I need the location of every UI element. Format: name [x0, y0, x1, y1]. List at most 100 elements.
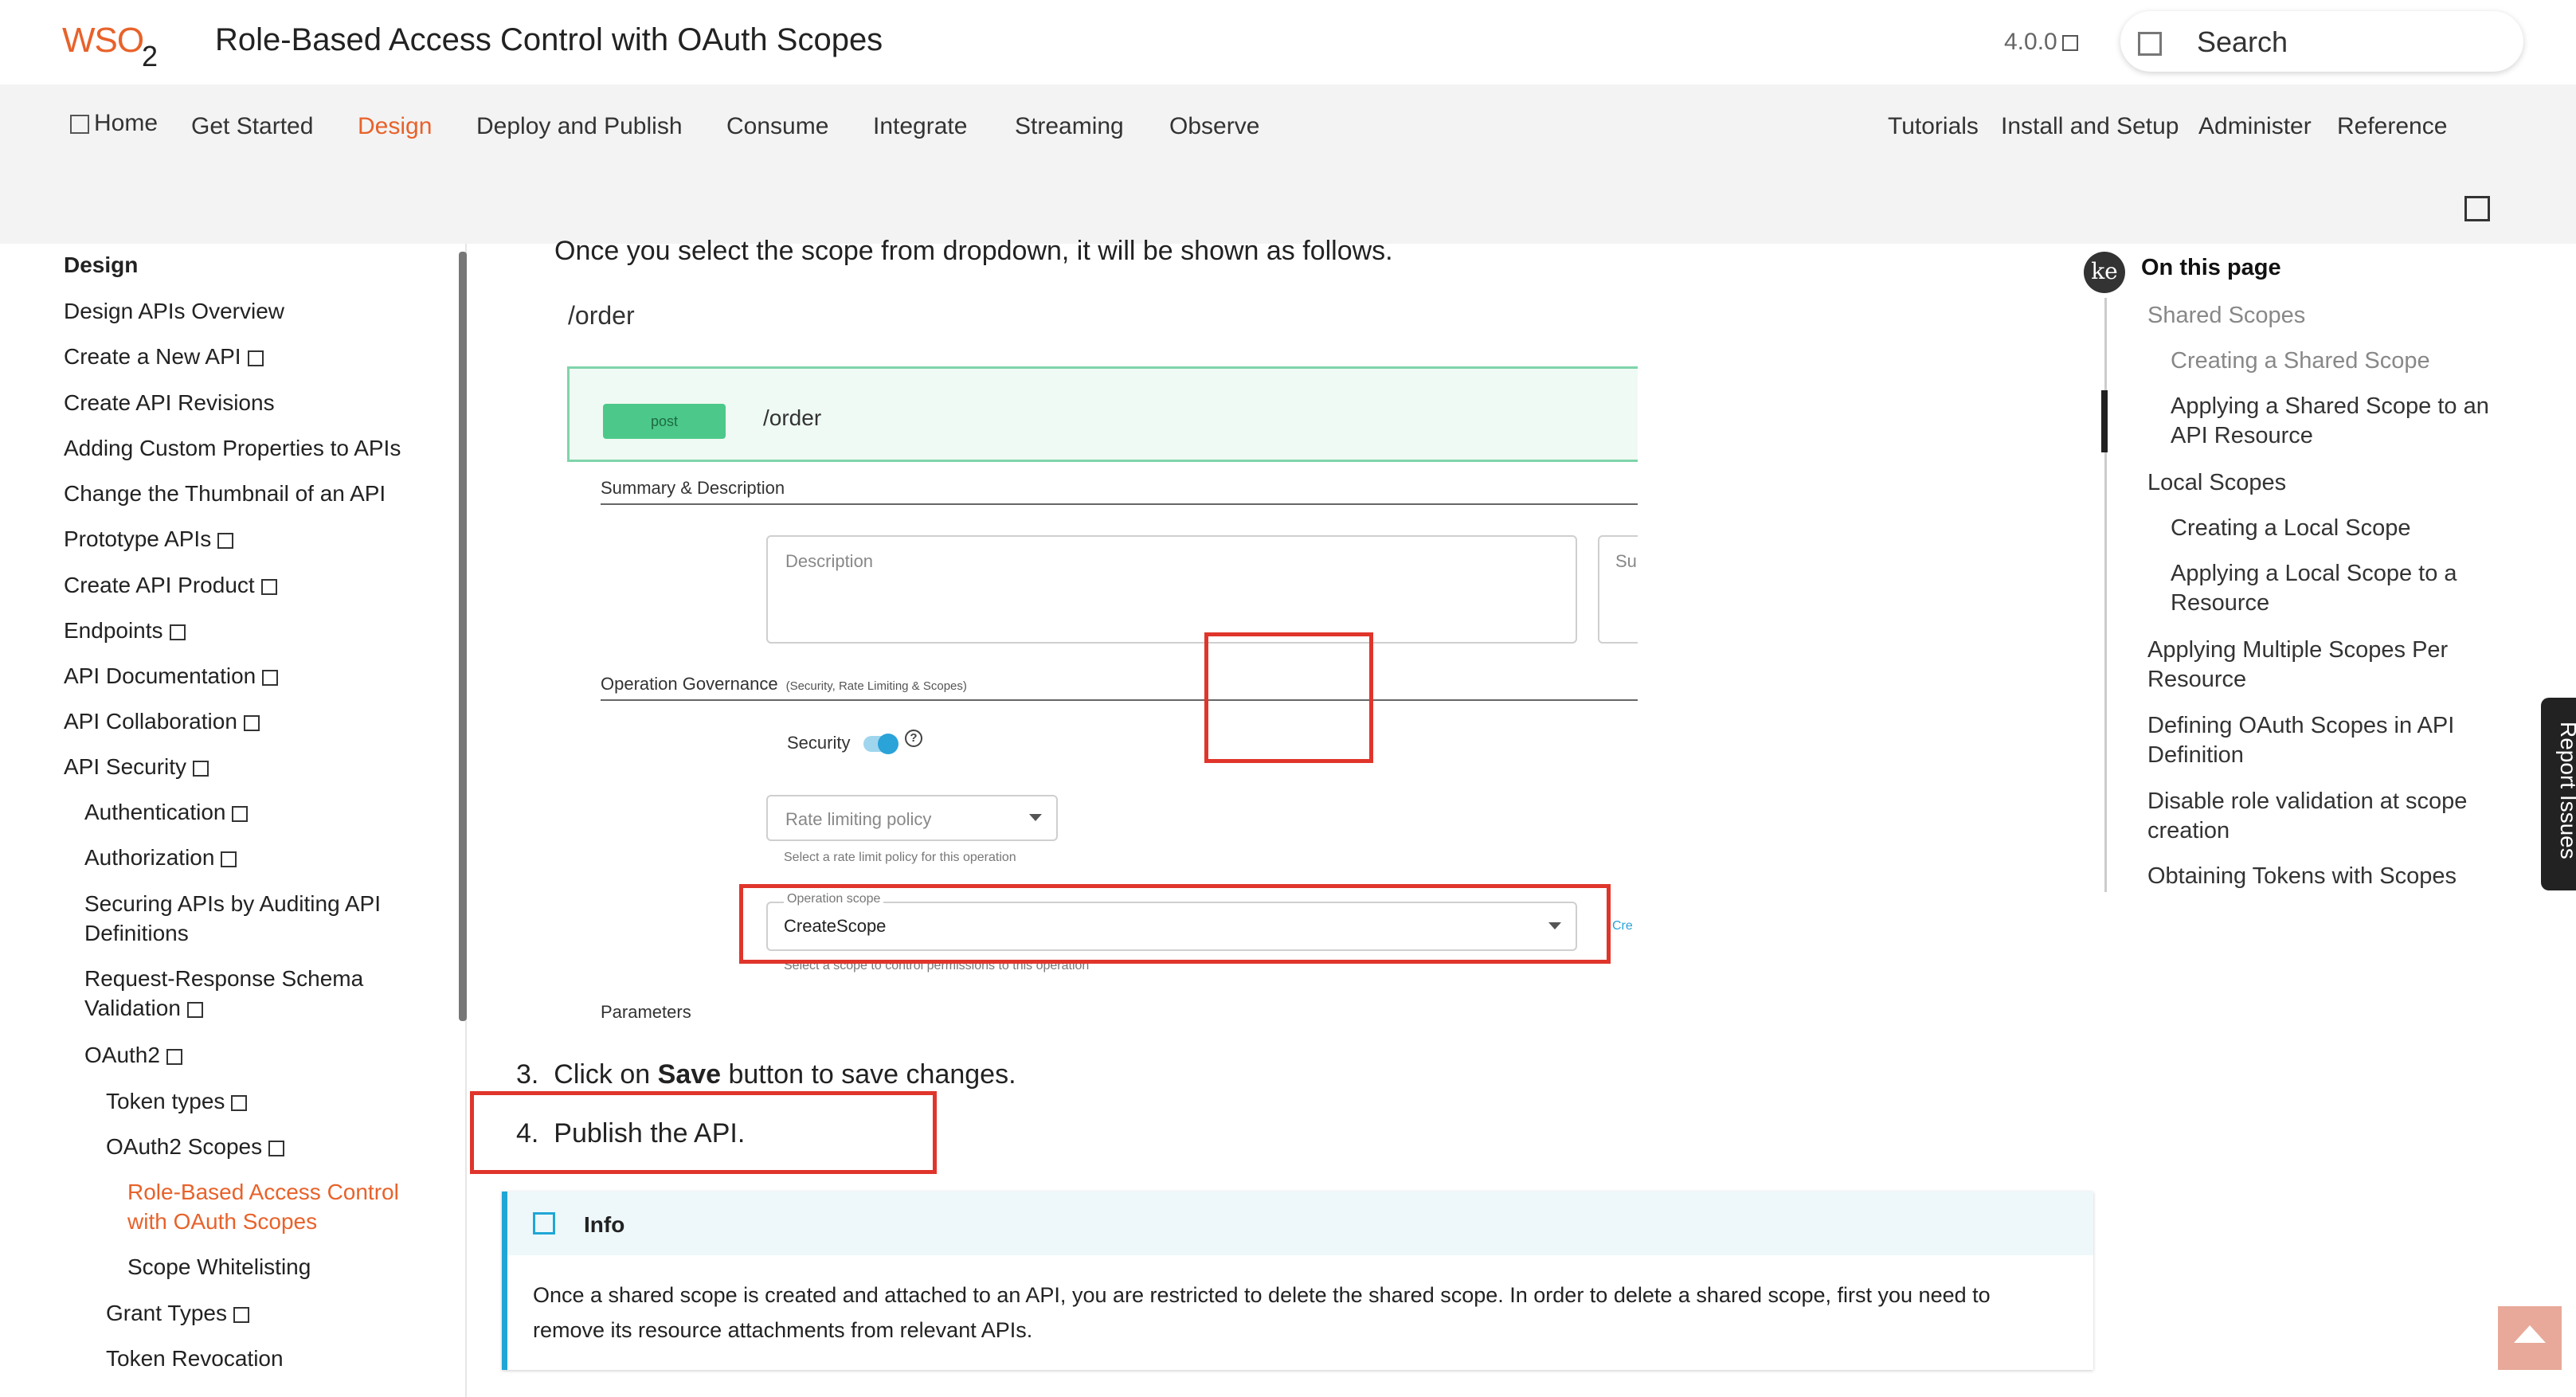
sidebar-item-authorization[interactable]: Authorization — [84, 843, 237, 872]
toc-toggle-icon[interactable] — [2464, 196, 2490, 221]
expand-icon — [233, 1306, 250, 1323]
home-icon — [70, 115, 89, 135]
nav-integrate[interactable]: Integrate — [873, 113, 967, 140]
toc-disable-role-validation[interactable]: Disable role validation at scope creation — [2147, 787, 2467, 846]
logo-text: WSO — [62, 21, 144, 60]
method-badge: post — [603, 404, 726, 439]
info-body: Once a shared scope is created and attac… — [533, 1283, 1991, 1342]
toc-creating-local-scope[interactable]: Creating a Local Scope — [2171, 514, 2410, 543]
sidebar-item-create-api[interactable]: Create a New API — [64, 342, 264, 371]
sidebar-item-schema-validation[interactable]: Request-Response Schema Validation — [84, 964, 363, 1023]
sidebar-item-rbac-active[interactable]: Role-Based Access Control with OAuth Scop… — [127, 1177, 399, 1236]
toc-shared-scopes[interactable]: Shared Scopes — [2147, 301, 2305, 331]
sidebar-item-authentication[interactable]: Authentication — [84, 797, 249, 827]
sidebar-item-prototype[interactable]: Prototype APIs — [64, 524, 234, 554]
sidebar-heading[interactable]: Design — [64, 250, 138, 280]
nav-observe[interactable]: Observe — [1169, 113, 1259, 140]
resource-path-label: /order — [568, 301, 635, 330]
governance-divider — [601, 699, 1638, 701]
nav-home[interactable]: Home — [70, 110, 158, 137]
summary-placeholder: Su — [1615, 551, 1637, 571]
expand-icon — [221, 851, 237, 867]
nav-tutorials[interactable]: Tutorials — [1888, 113, 1979, 140]
toc-applying-local-scope[interactable]: Applying a Local Scope to a Resource — [2171, 559, 2457, 618]
info-icon — [533, 1212, 555, 1235]
security-toggle — [863, 734, 898, 754]
rate-limit-select: Rate limiting policy — [766, 795, 1058, 841]
sidebar-item-api-security[interactable]: API Security — [64, 752, 209, 781]
back-to-top-button[interactable] — [2498, 1306, 2562, 1370]
nav-get-started[interactable]: Get Started — [191, 113, 313, 140]
highlight-box-publish — [470, 1091, 937, 1174]
report-issues-button[interactable]: Report Issues — [2541, 698, 2576, 890]
sidebar-item-scope-whitelisting[interactable]: Scope Whitelisting — [127, 1252, 311, 1282]
sidebar-item-grant-types[interactable]: Grant Types — [106, 1298, 250, 1328]
expand-icon — [260, 578, 277, 595]
create-scope-link: Cre — [1612, 919, 1633, 933]
toc-applying-shared-scope[interactable]: Applying a Shared Scope to an API Resourc… — [2171, 392, 2489, 451]
sidebar-item-custom-properties[interactable]: Adding Custom Properties to APIs — [64, 433, 401, 463]
expand-icon — [243, 714, 260, 731]
step-3: 3. Click on Save button to save changes. — [516, 1059, 1016, 1090]
toc-title: On this page — [2141, 255, 2281, 280]
expand-icon — [262, 669, 279, 686]
sidebar-item-thumbnail[interactable]: Change the Thumbnail of an API — [64, 479, 386, 508]
report-issues-label: Report Issues — [2556, 722, 2576, 859]
expand-icon — [217, 532, 234, 549]
chevron-down-icon — [2061, 35, 2078, 52]
search-icon — [2138, 32, 2162, 56]
sidebar-item-api-product[interactable]: Create API Product — [64, 570, 277, 600]
operation-path: /order — [763, 405, 822, 430]
wso2-logo[interactable]: WSO 2 — [62, 18, 166, 72]
toc-local-scopes[interactable]: Local Scopes — [2147, 468, 2286, 498]
sidebar-item-oauth2-scopes[interactable]: OAuth2 Scopes — [106, 1132, 285, 1161]
sidebar-item-design-overview[interactable]: Design APIs Overview — [64, 296, 284, 326]
logo-sub: 2 — [142, 40, 159, 72]
site-title[interactable]: Role-Based Access Control with OAuth Sco… — [215, 22, 883, 58]
highlight-box-security — [1204, 632, 1373, 763]
sidebar-item-revisions[interactable]: Create API Revisions — [64, 388, 275, 417]
expand-icon — [231, 1094, 248, 1111]
toc-obtaining-tokens[interactable]: Obtaining Tokens with Scopes — [2147, 862, 2457, 891]
info-admonition: Info Once a shared scope is created and … — [502, 1192, 2093, 1370]
sidebar-scrollbar[interactable] — [459, 252, 467, 1021]
sidebar-item-collaboration[interactable]: API Collaboration — [64, 706, 260, 736]
expand-icon — [193, 760, 209, 777]
nav-reference[interactable]: Reference — [2337, 113, 2447, 140]
nav-install-setup[interactable]: Install and Setup — [2001, 113, 2179, 140]
highlight-box-scope — [739, 884, 1611, 964]
operation-header: post /order — [567, 366, 1638, 462]
info-title: Info — [584, 1212, 625, 1237]
chevron-down-icon — [1029, 814, 1042, 821]
sidebar-item-auditing[interactable]: Securing APIs by Auditing API Definitions — [84, 889, 381, 948]
main-nav: Home Get Started Design Deploy and Publi… — [0, 84, 2576, 244]
nav-consume[interactable]: Consume — [726, 113, 828, 140]
rate-limit-hint: Select a rate limit policy for this oper… — [784, 851, 1016, 864]
expand-icon — [186, 1001, 203, 1018]
expand-icon — [247, 350, 264, 366]
help-icon: ? — [905, 730, 922, 747]
sidebar-item-token-types[interactable]: Token types — [106, 1086, 248, 1116]
version-selector[interactable]: 4.0.0 — [2004, 29, 2078, 56]
nav-administer[interactable]: Administer — [2198, 113, 2312, 140]
description-field: Description — [766, 535, 1577, 644]
sidebar-item-documentation[interactable]: API Documentation — [64, 661, 279, 691]
description-placeholder: Description — [785, 551, 874, 571]
rate-limit-placeholder: Rate limiting policy — [785, 809, 932, 829]
nav-deploy-publish[interactable]: Deploy and Publish — [476, 113, 683, 140]
toc-multiple-scopes[interactable]: Applying Multiple Scopes Per Resource — [2147, 636, 2448, 695]
summary-field: Su — [1598, 535, 1638, 644]
toc-icon: ke — [2084, 252, 2125, 293]
search-box[interactable]: Search — [2120, 11, 2523, 72]
nav-design[interactable]: Design — [358, 113, 432, 140]
expand-icon — [268, 1140, 285, 1156]
sidebar-item-token-revocation[interactable]: Token Revocation — [106, 1344, 284, 1373]
toc-defining-scopes[interactable]: Defining OAuth Scopes in API Definition — [2147, 711, 2454, 770]
sidebar-item-endpoints[interactable]: Endpoints — [64, 616, 186, 645]
toc-creating-shared-scope[interactable]: Creating a Shared Scope — [2171, 346, 2430, 376]
security-label: Security — [787, 733, 851, 753]
sidebar-item-oauth2[interactable]: OAuth2 — [84, 1040, 182, 1070]
summary-divider — [601, 503, 1638, 505]
nav-streaming[interactable]: Streaming — [1015, 113, 1124, 140]
expand-icon — [232, 805, 249, 822]
